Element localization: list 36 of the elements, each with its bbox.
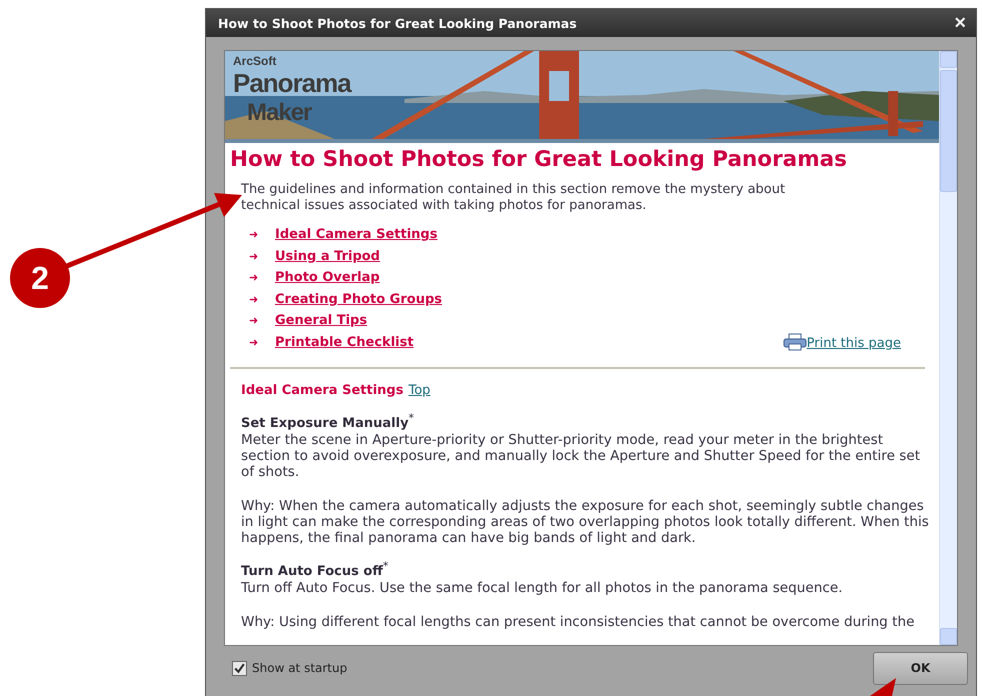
topic-link[interactable]: General Tips	[275, 313, 368, 328]
window-title: How to Shoot Photos for Great Looking Panoramas	[218, 16, 577, 30]
checkbox-label: Show at startup	[252, 661, 348, 675]
arrow-icon: ➜	[249, 292, 275, 306]
checkbox[interactable]	[232, 660, 247, 676]
topic-link[interactable]: Creating Photo Groups	[275, 292, 442, 307]
scrollbar[interactable]	[939, 51, 957, 645]
arrow-icon: ➜	[249, 336, 275, 349]
paragraph: Turn off Auto Focus. Use the same focal length for all photos in the panorama sequence.	[241, 580, 844, 596]
page-heading: How to Shoot Photos for Great Looking Panoramas	[230, 147, 848, 172]
topic-link[interactable]: Printable Checklist	[275, 334, 414, 350]
logo-text: Maker	[247, 99, 313, 127]
section-title: Ideal Camera Settings	[241, 383, 404, 398]
logo-text: ArcSoft	[233, 54, 278, 68]
top-link[interactable]: Top	[408, 383, 430, 398]
scroll-down-button[interactable]	[940, 628, 957, 645]
arrow-icon: ➜	[249, 314, 275, 328]
scroll-up-button[interactable]	[940, 51, 957, 68]
paragraph: Why: Using different focal lengths can present inconsistencies that cannot be overcome during the	[241, 614, 916, 630]
arrow-icon: ➜	[249, 271, 275, 284]
paragraph: Why: When the camera automatically adjusts the exposure for each shot, seemingly subtle changes in light can make the corresponding areas of two overlapping photos look totally different. When this happens, the final panorama can have big bands of light and dark.	[241, 498, 929, 546]
scroll-thumb[interactable]	[940, 70, 957, 192]
arrow-icon: ➜	[249, 250, 275, 263]
topic-link[interactable]: Ideal Camera Settings	[275, 227, 438, 242]
close-button[interactable]: ×	[950, 13, 970, 33]
logo-text: Panorama	[233, 68, 351, 99]
annotation-arrow	[870, 678, 896, 696]
topic-link[interactable]: Photo Overlap	[275, 270, 380, 286]
ok-button[interactable]: OK	[873, 652, 968, 684]
topic-link[interactable]: Using a Tripod	[275, 248, 380, 264]
callout-number: 2	[10, 248, 70, 308]
paragraph: Meter the scene in Aperture-priority or Shutter-priority mode, read your meter in the brightest section to avoid overexposure, and manually lock the Aperture and Shutter Speed for the entire set of shots.	[241, 432, 922, 480]
printer-icon[interactable]	[782, 333, 807, 351]
print-link[interactable]: Print this page	[806, 336, 901, 351]
arrow-icon: ➜	[249, 228, 275, 242]
intro-text: The guidelines and information contained in this section remove the mystery about technical issues associated with taking photos for panoramas.	[241, 182, 786, 214]
